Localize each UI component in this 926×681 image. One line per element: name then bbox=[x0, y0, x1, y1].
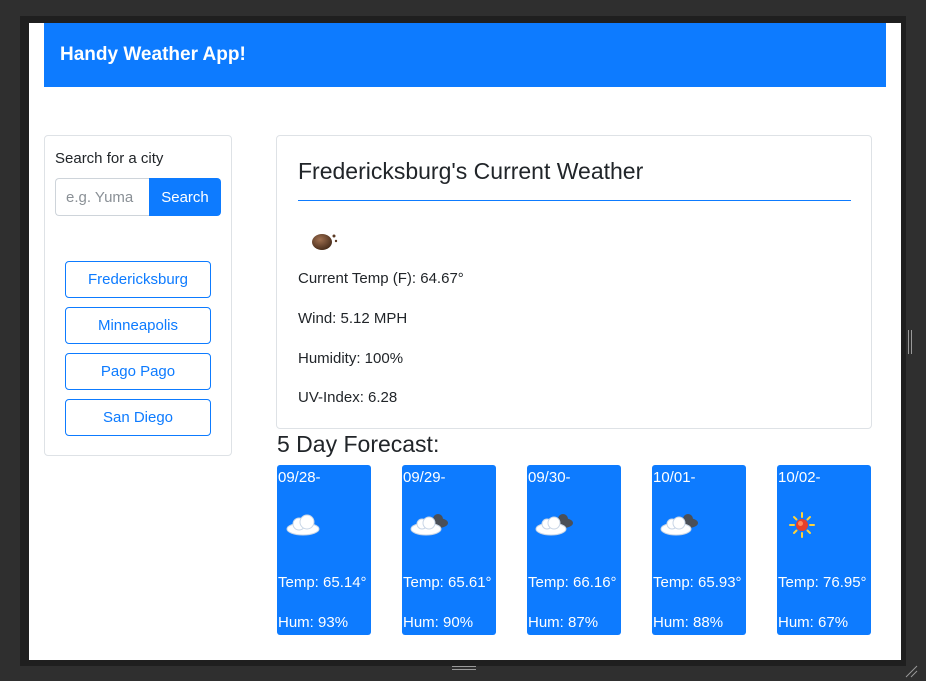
forecast-humidity: Hum: 88% bbox=[653, 614, 724, 631]
forecast-temp: Temp: 76.95° bbox=[778, 574, 867, 591]
app-brand[interactable]: Handy Weather App! bbox=[60, 44, 246, 66]
forecast-humidity: Hum: 90% bbox=[403, 614, 474, 631]
mist-icon bbox=[312, 234, 338, 250]
current-uv-index: UV-Index: 6.28 bbox=[298, 389, 398, 406]
forecast-day-card: 10/02- Temp: 76.95° Hum: 67% bbox=[777, 465, 871, 635]
city-button-minneapolis[interactable]: Minneapolis bbox=[65, 307, 211, 344]
navbar: Handy Weather App! bbox=[44, 23, 886, 87]
search-label: Search for a city bbox=[55, 150, 164, 167]
bottom-resize-handle[interactable] bbox=[452, 666, 476, 670]
forecast-date: 09/28- bbox=[278, 469, 321, 486]
forecast-humidity: Hum: 67% bbox=[778, 614, 849, 631]
city-search-input[interactable] bbox=[55, 178, 149, 216]
broken-clouds-icon bbox=[535, 514, 573, 536]
forecast-day-card: 09/30- Temp: 66.16° Hum: 87% bbox=[527, 465, 621, 635]
forecast-humidity: Hum: 93% bbox=[278, 614, 349, 631]
city-button-san-diego[interactable]: San Diego bbox=[65, 399, 211, 436]
city-button-fredericksburg[interactable]: Fredericksburg bbox=[65, 261, 211, 298]
current-wind: Wind: 5.12 MPH bbox=[298, 310, 408, 327]
forecast-date: 10/01- bbox=[653, 469, 696, 486]
side-resize-handle[interactable] bbox=[908, 330, 912, 354]
forecast-date: 09/30- bbox=[528, 469, 571, 486]
city-history-list: Fredericksburg Minneapolis Pago Pago San… bbox=[65, 261, 211, 436]
forecast-date: 10/02- bbox=[778, 469, 821, 486]
forecast-temp: Temp: 65.14° bbox=[278, 574, 367, 591]
forecast-temp: Temp: 66.16° bbox=[528, 574, 617, 591]
search-button[interactable]: Search bbox=[149, 178, 221, 216]
forecast-day-card: 09/28- Temp: 65.14° Hum: 93% bbox=[277, 465, 371, 635]
search-sidebar: Search for a city Search Fredericksburg … bbox=[44, 135, 232, 456]
forecast-day-card: 09/29- Temp: 65.61° Hum: 90% bbox=[402, 465, 496, 635]
forecast-temp: Temp: 65.61° bbox=[403, 574, 492, 591]
forecast-title: 5 Day Forecast: bbox=[277, 431, 440, 457]
forecast-humidity: Hum: 87% bbox=[528, 614, 599, 631]
cloud-icon bbox=[286, 514, 320, 536]
search-group: Search bbox=[55, 178, 221, 216]
current-weather-title: Fredericksburg's Current Weather bbox=[298, 158, 644, 184]
forecast-temp: Temp: 65.93° bbox=[653, 574, 742, 591]
title-divider bbox=[298, 200, 851, 201]
broken-clouds-icon bbox=[660, 514, 698, 536]
current-weather-card: Fredericksburg's Current Weather Current… bbox=[276, 135, 872, 429]
broken-clouds-icon bbox=[410, 514, 448, 536]
app-page: Handy Weather App! Search for a city Sea… bbox=[29, 23, 901, 660]
current-humidity: Humidity: 100% bbox=[298, 350, 404, 367]
sun-icon bbox=[789, 512, 815, 538]
forecast-date: 09/29- bbox=[403, 469, 446, 486]
resize-grip-icon[interactable] bbox=[904, 664, 918, 678]
forecast-row: 09/28- Temp: 65.14° Hum: 93% 09/29- Temp… bbox=[277, 465, 871, 635]
forecast-day-card: 10/01- Temp: 65.93° Hum: 88% bbox=[652, 465, 746, 635]
city-button-pago-pago[interactable]: Pago Pago bbox=[65, 353, 211, 390]
current-temp: Current Temp (F): 64.67° bbox=[298, 270, 464, 287]
